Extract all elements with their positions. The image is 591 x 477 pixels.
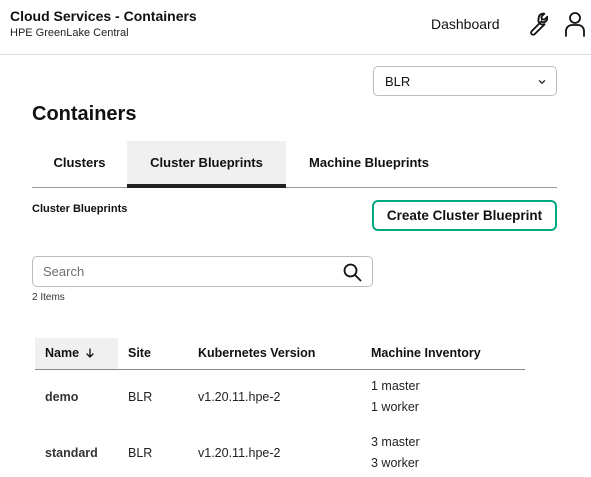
row-inventory-master: 1 master [371,379,420,393]
site-select[interactable]: BLR [373,66,557,96]
app-subtitle: HPE GreenLake Central [10,27,129,39]
search-input[interactable] [34,258,334,285]
row-inventory-worker: 1 worker [371,400,419,414]
user-icon[interactable] [563,11,587,37]
site-select-value: BLR [385,74,411,89]
column-header-name-label: Name [45,346,80,360]
row-site: BLR [128,446,153,460]
tab-cluster-blueprints[interactable]: Cluster Blueprints [127,141,286,188]
row-name: standard [45,446,98,460]
app-header: Cloud Services - Containers HPE GreenLak… [0,0,591,55]
wrench-icon[interactable] [524,12,548,36]
item-count: 2 Items [32,292,65,303]
row-kubernetes-version: v1.20.11.hpe-2 [198,446,281,460]
table-header-divider [35,369,525,370]
app-title: Cloud Services - Containers [10,8,197,24]
row-name: demo [45,390,79,404]
row-kubernetes-version: v1.20.11.hpe-2 [198,390,281,404]
tab-machine-blueprints[interactable]: Machine Blueprints [286,141,452,188]
chevron-down-icon [538,80,546,84]
row-inventory-master: 3 master [371,435,420,449]
create-cluster-blueprint-button[interactable]: Create Cluster Blueprint [372,200,557,231]
column-header-site[interactable]: Site [128,338,151,370]
tab-bar: Clusters Cluster Blueprints Machine Blue… [32,141,557,188]
page-title: Containers [32,103,137,125]
search-box [32,256,373,287]
tab-clusters[interactable]: Clusters [32,141,127,188]
column-header-kubernetes-version[interactable]: Kubernetes Version [198,338,315,370]
dashboard-link[interactable]: Dashboard [431,16,500,32]
column-header-name[interactable]: Name [35,338,118,370]
sort-arrow-down-icon [86,348,94,358]
column-header-machine-inventory[interactable]: Machine Inventory [371,338,481,370]
row-site: BLR [128,390,153,404]
section-title: Cluster Blueprints [32,203,128,215]
search-icon[interactable] [342,262,362,282]
row-inventory-worker: 3 worker [371,456,419,470]
